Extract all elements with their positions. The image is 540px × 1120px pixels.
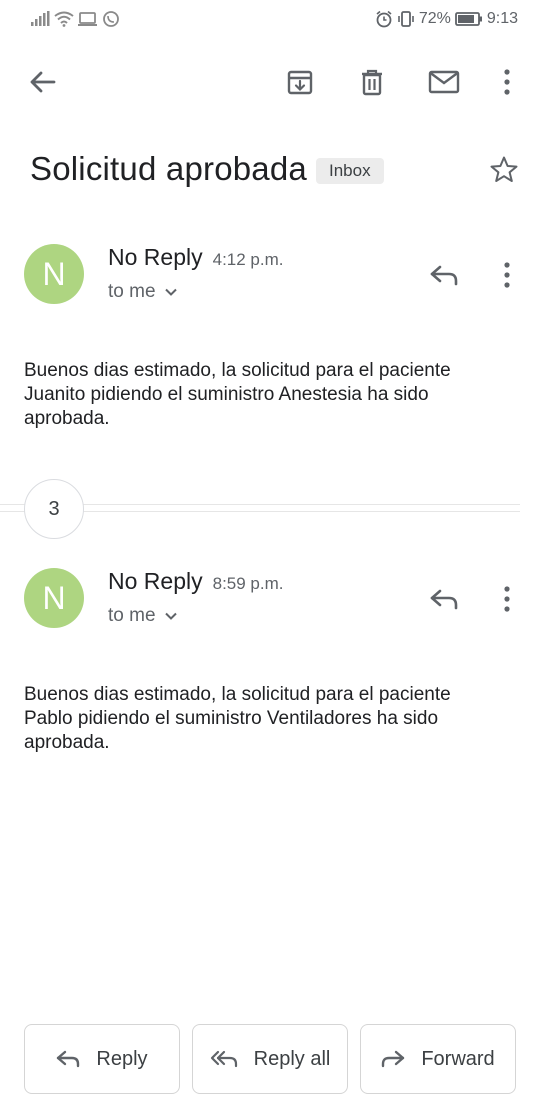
chevron-down-icon bbox=[164, 288, 177, 296]
message-more-button[interactable] bbox=[494, 258, 520, 292]
star-button[interactable] bbox=[486, 152, 522, 188]
reply-icon bbox=[430, 265, 458, 286]
reply-icon-button[interactable] bbox=[424, 258, 464, 292]
sender-avatar: N bbox=[24, 568, 84, 628]
back-arrow-icon bbox=[30, 71, 56, 93]
chevron-down-icon bbox=[164, 612, 177, 620]
alarm-icon bbox=[376, 10, 392, 28]
battery-icon bbox=[454, 12, 482, 26]
sender-name: No Reply bbox=[108, 568, 203, 594]
archive-icon bbox=[287, 70, 313, 95]
wifi-icon bbox=[54, 11, 74, 27]
collapsed-messages-count[interactable]: 3 bbox=[24, 479, 84, 539]
sender-avatar: N bbox=[24, 244, 84, 304]
delete-button[interactable] bbox=[352, 62, 392, 102]
trash-icon bbox=[362, 69, 382, 96]
archive-button[interactable] bbox=[280, 62, 320, 102]
reply-label: Reply bbox=[96, 1047, 148, 1070]
reply-all-icon bbox=[210, 1050, 237, 1068]
mark-unread-button[interactable] bbox=[423, 62, 465, 102]
message-header[interactable]: No Reply 8:59 p.m. bbox=[108, 568, 283, 595]
signal-icon bbox=[31, 11, 50, 26]
mail-icon bbox=[428, 70, 460, 94]
message-time: 4:12 p.m. bbox=[212, 250, 284, 269]
message-header[interactable]: No Reply 4:12 p.m. bbox=[108, 244, 283, 271]
inbox-label-chip[interactable]: Inbox bbox=[316, 158, 384, 184]
reply-all-button[interactable]: Reply all bbox=[192, 1024, 348, 1094]
battery-percent: 72% bbox=[418, 10, 451, 27]
reply-button[interactable]: Reply bbox=[24, 1024, 180, 1094]
reply-icon bbox=[430, 589, 458, 610]
whatsapp-icon bbox=[103, 11, 119, 27]
thread-subject: Solicitud aprobada bbox=[30, 150, 307, 187]
recipient-label: to me bbox=[108, 281, 156, 302]
status-left-icons bbox=[30, 10, 120, 28]
reply-all-label: Reply all bbox=[253, 1047, 331, 1070]
star-icon bbox=[490, 156, 518, 182]
status-right-icons: 72% 9:13 bbox=[375, 10, 518, 28]
more-vert-icon bbox=[504, 69, 510, 95]
reply-icon-button[interactable] bbox=[424, 582, 464, 616]
back-button[interactable] bbox=[20, 62, 64, 102]
status-time: 9:13 bbox=[486, 10, 518, 27]
forward-label: Forward bbox=[421, 1047, 495, 1070]
more-vert-icon bbox=[504, 262, 510, 288]
more-vert-icon bbox=[504, 586, 510, 612]
cast-icon bbox=[78, 12, 97, 26]
message-body: Buenos dias estimado, la solicitud para … bbox=[24, 360, 451, 429]
recipient-toggle[interactable]: to me bbox=[108, 605, 178, 627]
message-body: Buenos dias estimado, la solicitud para … bbox=[24, 684, 451, 753]
status-bar: 72% 9:13 bbox=[0, 0, 540, 40]
more-options-button[interactable] bbox=[490, 62, 524, 102]
recipient-label: to me bbox=[108, 605, 156, 626]
message-more-button[interactable] bbox=[494, 582, 520, 616]
message-time: 8:59 p.m. bbox=[212, 574, 284, 593]
recipient-toggle[interactable]: to me bbox=[108, 281, 178, 303]
vibrate-icon bbox=[398, 11, 414, 27]
sender-name: No Reply bbox=[108, 244, 203, 270]
forward-button[interactable]: Forward bbox=[360, 1024, 516, 1094]
forward-icon bbox=[382, 1050, 405, 1068]
reply-icon bbox=[57, 1050, 80, 1068]
